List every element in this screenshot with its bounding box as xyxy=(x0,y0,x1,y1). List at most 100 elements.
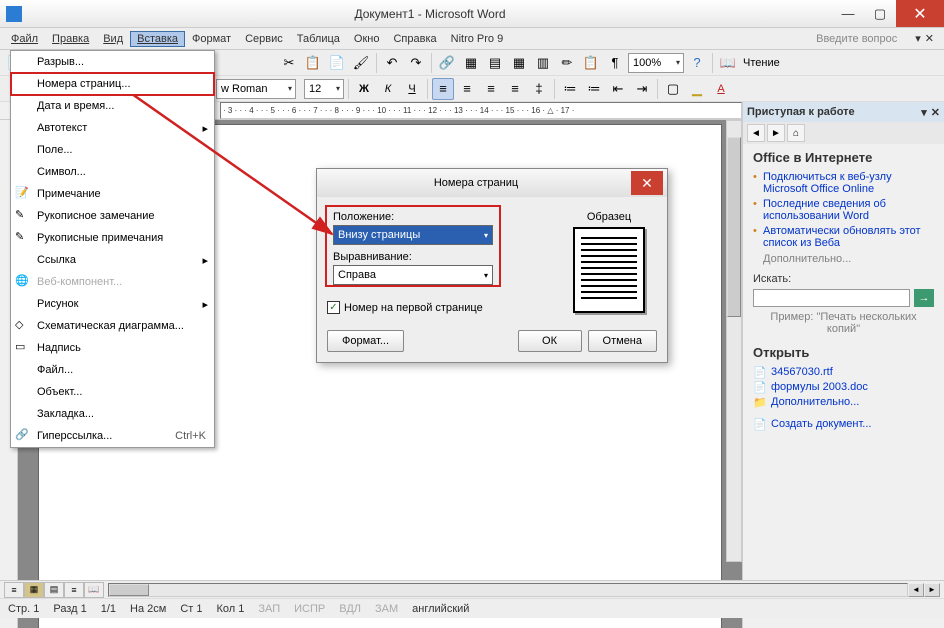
taskpane-dropdown-icon[interactable]: ▾ xyxy=(921,106,927,119)
taskpane-close-icon[interactable]: ✕ xyxy=(931,106,940,119)
vertical-scrollbar[interactable] xyxy=(726,120,742,562)
drawing-icon[interactable]: ✏ xyxy=(556,52,578,74)
view-normal-icon[interactable]: ≡ xyxy=(4,582,24,598)
format-painter-icon[interactable]: 🖌 xyxy=(350,52,372,74)
menu-item-hyperlink[interactable]: 🔗Гиперссылка...Ctrl+K xyxy=(11,425,214,447)
recent-file-1[interactable]: 34567030.rtf xyxy=(771,366,934,378)
font-color-icon[interactable]: A xyxy=(710,78,732,100)
line-spacing-icon[interactable]: ‡ xyxy=(528,78,550,100)
view-web-icon[interactable]: ▤ xyxy=(44,582,64,598)
view-layout-icon[interactable]: ▦ xyxy=(24,582,44,598)
redo-icon[interactable]: ↷ xyxy=(405,52,427,74)
bold-icon[interactable]: Ж xyxy=(353,78,375,100)
indent-icon[interactable]: ⇥ xyxy=(631,78,653,100)
menu-item-datetime[interactable]: Дата и время... xyxy=(11,95,214,117)
underline-icon[interactable]: Ч xyxy=(401,78,423,100)
view-read-icon[interactable]: 📖 xyxy=(84,582,104,598)
cancel-button[interactable]: Отмена xyxy=(588,330,657,352)
recent-file-2[interactable]: формулы 2003.doc xyxy=(771,381,934,393)
cut-icon[interactable]: ✂ xyxy=(278,52,300,74)
scroll-right-icon[interactable]: ► xyxy=(924,583,940,597)
taskpane-back-icon[interactable]: ◄ xyxy=(747,124,765,142)
menu-edit[interactable]: Правка xyxy=(45,31,96,47)
taskpane-search-go-icon[interactable]: → xyxy=(914,289,934,307)
help-dropdown-icon[interactable]: ▾ xyxy=(915,32,921,45)
bullet-list-icon[interactable]: ≔ xyxy=(583,78,605,100)
menu-window[interactable]: Окно xyxy=(347,31,387,47)
menu-item-picture[interactable]: Рисунок xyxy=(11,293,214,315)
menu-nitro[interactable]: Nitro Pro 9 xyxy=(444,31,511,47)
format-button[interactable]: Формат... xyxy=(327,330,404,352)
horizontal-scroll-thumb[interactable] xyxy=(109,584,149,596)
docmap-icon[interactable]: 📋 xyxy=(580,52,602,74)
help-search-hint[interactable]: Введите вопрос xyxy=(816,33,897,45)
outdent-icon[interactable]: ⇤ xyxy=(607,78,629,100)
align-right-icon[interactable]: ≡ xyxy=(480,78,502,100)
link-auto-update[interactable]: Автоматически обновлять этот список из В… xyxy=(753,225,934,249)
taskpane-home-icon[interactable]: ⌂ xyxy=(787,124,805,142)
menu-format[interactable]: Формат xyxy=(185,31,238,47)
link-more[interactable]: Дополнительно... xyxy=(763,253,934,265)
menu-view[interactable]: Вид xyxy=(96,31,130,47)
align-left-icon[interactable]: ≡ xyxy=(432,78,454,100)
hyperlink-icon[interactable]: 🔗 xyxy=(436,52,458,74)
doc-close-button[interactable]: ✕ xyxy=(925,32,934,45)
view-outline-icon[interactable]: ≡ xyxy=(64,582,84,598)
menu-service[interactable]: Сервис xyxy=(238,31,290,47)
taskpane-search-input[interactable] xyxy=(753,289,910,307)
menu-item-object[interactable]: Объект... xyxy=(11,381,214,403)
justify-icon[interactable]: ≡ xyxy=(504,78,526,100)
menu-table[interactable]: Таблица xyxy=(290,31,347,47)
read-label[interactable]: Чтение xyxy=(743,57,780,69)
position-select[interactable]: Внизу страницы xyxy=(333,225,493,245)
copy-icon[interactable]: 📋 xyxy=(302,52,324,74)
link-word-news[interactable]: Последние сведения об использовании Word xyxy=(753,198,934,222)
menu-item-symbol[interactable]: Символ... xyxy=(11,161,214,183)
menu-item-textbox[interactable]: ▭Надпись xyxy=(11,337,214,359)
tables-borders-icon[interactable]: ▦ xyxy=(460,52,482,74)
horizontal-scrollbar[interactable] xyxy=(108,583,908,597)
scroll-left-icon[interactable]: ◄ xyxy=(908,583,924,597)
ok-button[interactable]: ОК xyxy=(518,330,582,352)
borders-icon[interactable]: ▢ xyxy=(662,78,684,100)
help-icon[interactable]: ? xyxy=(686,52,708,74)
menu-item-diagram[interactable]: ◇Схематическая диаграмма... xyxy=(11,315,214,337)
italic-icon[interactable]: К xyxy=(377,78,399,100)
menu-item-break[interactable]: Разрыв... xyxy=(11,51,214,73)
undo-icon[interactable]: ↶ xyxy=(381,52,403,74)
link-create-document[interactable]: Создать документ... xyxy=(771,418,934,430)
read-mode-icon[interactable]: 📖 xyxy=(717,52,739,74)
menu-item-comment[interactable]: 📝Примечание xyxy=(11,183,214,205)
align-center-icon[interactable]: ≡ xyxy=(456,78,478,100)
insert-table-icon[interactable]: ▤ xyxy=(484,52,506,74)
menu-item-ink-notes[interactable]: ✎Рукописные примечания xyxy=(11,227,214,249)
taskpane-forward-icon[interactable]: ► xyxy=(767,124,785,142)
close-button[interactable]: ✕ xyxy=(896,0,944,27)
menu-item-file[interactable]: Файл... xyxy=(11,359,214,381)
vertical-scroll-thumb[interactable] xyxy=(727,137,741,317)
link-connect-online[interactable]: Подключиться к веб-узлу Microsoft Office… xyxy=(753,171,934,195)
menu-insert[interactable]: Вставка xyxy=(130,31,185,47)
minimize-button[interactable]: — xyxy=(832,0,864,27)
dialog-close-button[interactable]: ✕ xyxy=(631,171,663,195)
zoom-dropdown[interactable]: 100% xyxy=(628,53,684,73)
columns-icon[interactable]: ▥ xyxy=(532,52,554,74)
first-page-checkbox[interactable]: ✓ xyxy=(327,301,340,314)
menu-file[interactable]: Файл xyxy=(4,31,45,47)
excel-icon[interactable]: ▦ xyxy=(508,52,530,74)
numbered-list-icon[interactable]: ≔ xyxy=(559,78,581,100)
font-dropdown[interactable]: w Roman xyxy=(216,79,296,99)
show-marks-icon[interactable]: ¶ xyxy=(604,52,626,74)
menu-item-page-numbers[interactable]: Номера страниц... xyxy=(11,73,214,95)
menu-item-bookmark[interactable]: Закладка... xyxy=(11,403,214,425)
menu-item-field[interactable]: Поле... xyxy=(11,139,214,161)
menu-item-ink-comment[interactable]: ✎Рукописное замечание xyxy=(11,205,214,227)
menu-item-autotext[interactable]: Автотекст xyxy=(11,117,214,139)
highlight-icon[interactable]: ▁ xyxy=(686,78,708,100)
menu-help[interactable]: Справка xyxy=(386,31,443,47)
fontsize-dropdown[interactable]: 12 xyxy=(304,79,344,99)
maximize-button[interactable]: ▢ xyxy=(864,0,896,27)
align-select[interactable]: Справа xyxy=(333,265,493,285)
menu-item-reference[interactable]: Ссылка xyxy=(11,249,214,271)
paste-icon[interactable]: 📄 xyxy=(326,52,348,74)
